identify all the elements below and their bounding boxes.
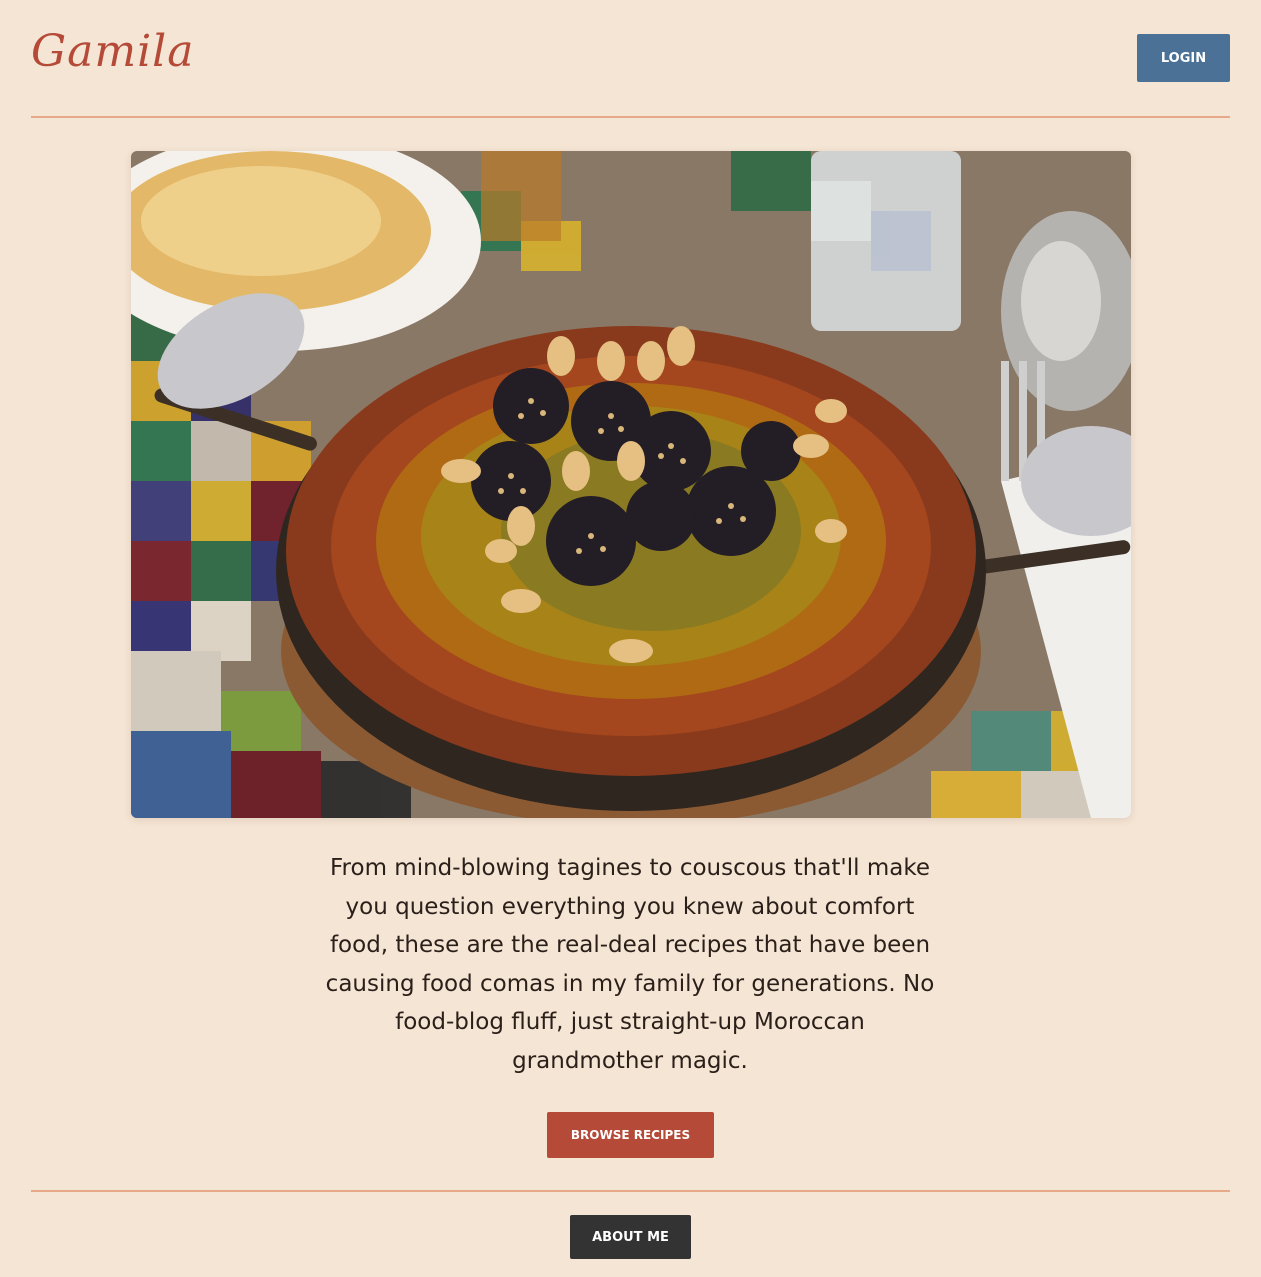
login-button[interactable]: LOGIN: [1137, 34, 1230, 82]
site-logo[interactable]: Gamila: [31, 26, 194, 78]
tagine-photo: [131, 151, 1131, 818]
footer-divider: [31, 1190, 1230, 1192]
about-me-button[interactable]: ABOUT ME: [570, 1215, 691, 1259]
hero-image: [131, 151, 1131, 818]
site-header: Gamila LOGIN: [31, 0, 1230, 118]
browse-recipes-button[interactable]: BROWSE RECIPES: [547, 1112, 714, 1158]
intro-text: From mind-blowing tagines to couscous th…: [325, 855, 935, 1074]
